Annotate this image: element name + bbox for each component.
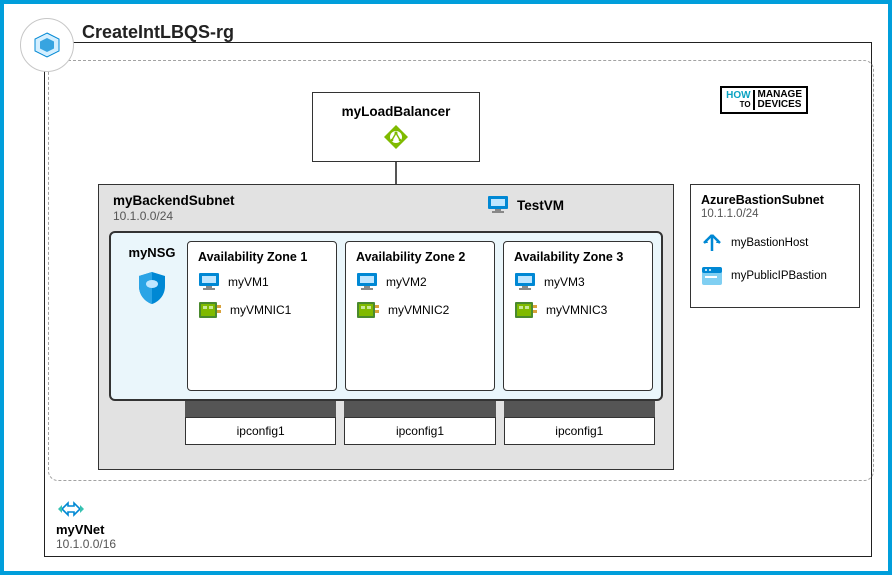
nsg-title: myNSG xyxy=(123,245,181,260)
bastion-host-icon xyxy=(701,232,723,254)
badge-how-to-manage-devices: HOWTO MANAGEDEVICES xyxy=(720,86,808,114)
load-balancer-icon xyxy=(382,123,410,151)
vm-label: myVM1 xyxy=(228,275,269,289)
nic-icon xyxy=(514,300,538,320)
zone-title: Availability Zone 3 xyxy=(514,250,642,264)
shield-icon xyxy=(136,270,168,306)
vm-icon xyxy=(356,272,378,292)
nic-label: myVMNIC1 xyxy=(230,303,291,317)
availability-zone-1: Availability Zone 1 myVM1 myVMNIC1 xyxy=(187,241,337,391)
vm-label: myVM3 xyxy=(544,275,585,289)
availability-zone-2: Availability Zone 2 myVM2 myVMNIC2 xyxy=(345,241,495,391)
load-balancer-box: myLoadBalancer xyxy=(312,92,480,162)
ipconfig-box: ipconfig1 xyxy=(344,417,495,445)
connector-line xyxy=(395,162,397,184)
availability-zone-3: Availability Zone 3 myVM3 myVMNIC3 xyxy=(503,241,653,391)
ipconfig-box: ipconfig1 xyxy=(504,417,655,445)
bastion-subnet-cidr: 10.1.1.0/24 xyxy=(701,208,849,220)
nic-label: myVMNIC2 xyxy=(388,303,449,317)
vm-icon xyxy=(514,272,536,292)
bastion-subnet-title: AzureBastionSubnet xyxy=(701,193,849,207)
resource-group-title: CreateIntLBQS-rg xyxy=(82,22,234,43)
vm-icon xyxy=(487,195,509,215)
backend-subnet-title: myBackendSubnet xyxy=(113,193,235,208)
vnet-cidr: 10.1.0.0/16 xyxy=(56,537,116,551)
nic-label: myVMNIC3 xyxy=(546,303,607,317)
nic-icon xyxy=(356,300,380,320)
zone-title: Availability Zone 1 xyxy=(198,250,326,264)
backend-subnet-cidr: 10.1.0.0/24 xyxy=(113,209,235,223)
vm-icon xyxy=(198,272,220,292)
bastion-subnet: AzureBastionSubnet 10.1.1.0/24 myBastion… xyxy=(690,184,860,308)
zone-title: Availability Zone 2 xyxy=(356,250,484,264)
load-balancer-label: myLoadBalancer xyxy=(342,104,451,119)
nic-icon xyxy=(198,300,222,320)
ipconfig-box: ipconfig1 xyxy=(185,417,336,445)
vm-label: myVM2 xyxy=(386,275,427,289)
bastion-host-label: myBastionHost xyxy=(731,237,808,249)
resource-group-icon xyxy=(20,18,74,72)
public-ip-label: myPublicIPBastion xyxy=(731,270,827,282)
vnet-name: myVNet xyxy=(56,522,116,537)
nsg-container: myNSG Availability Zone 1 myVM1 myVMNIC1… xyxy=(109,231,663,401)
public-ip-icon xyxy=(701,266,723,286)
backend-subnet: myBackendSubnet 10.1.0.0/24 TestVM myNSG… xyxy=(98,184,674,470)
vnet-icon xyxy=(56,498,86,520)
test-vm-label: TestVM xyxy=(517,198,564,213)
zone-ipconfig-connectors xyxy=(185,401,655,417)
